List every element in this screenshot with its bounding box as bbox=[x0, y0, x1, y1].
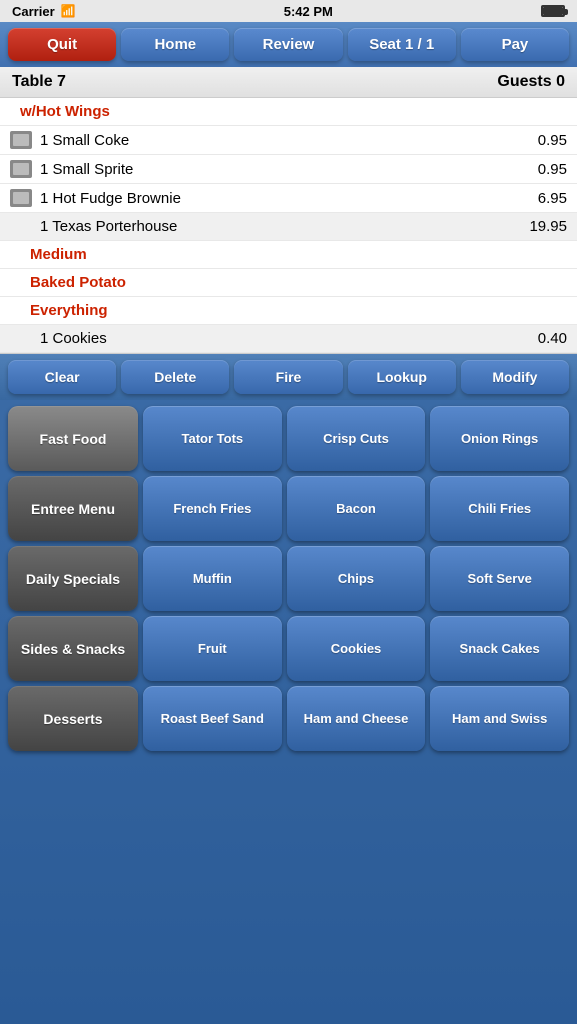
modifier-text-medium: Medium bbox=[30, 246, 87, 263]
category-fast-food[interactable]: Fast Food bbox=[8, 406, 138, 471]
menu-item-snack-cakes[interactable]: Snack Cakes bbox=[430, 616, 569, 681]
menu-item-cookies[interactable]: Cookies bbox=[287, 616, 426, 681]
guests-label: Guests 0 bbox=[497, 73, 565, 91]
order-list: w/Hot Wings 1 Small Coke 0.95 1 Small Sp… bbox=[0, 98, 577, 354]
lookup-button[interactable]: Lookup bbox=[348, 360, 456, 394]
printer-icon-coke bbox=[10, 131, 32, 149]
battery-fill bbox=[543, 7, 563, 15]
category-sides-snacks[interactable]: Sides & Snacks bbox=[8, 616, 138, 681]
order-item-brownie[interactable]: 1 Hot Fudge Brownie 6.95 bbox=[0, 184, 577, 213]
menu-item-chili-fries[interactable]: Chili Fries bbox=[430, 476, 569, 541]
menu-item-onion-rings[interactable]: Onion Rings bbox=[430, 406, 569, 471]
item-name-brownie: 1 Hot Fudge Brownie bbox=[40, 190, 538, 207]
menu-item-chips[interactable]: Chips bbox=[287, 546, 426, 611]
item-price-cookies: 0.40 bbox=[538, 330, 567, 347]
category-daily-specials[interactable]: Daily Specials bbox=[8, 546, 138, 611]
table-label: Table 7 bbox=[12, 73, 66, 91]
status-bar: Carrier 📶 5:42 PM bbox=[0, 0, 577, 22]
order-item-cookies[interactable]: 1 Cookies 0.40 bbox=[0, 325, 577, 353]
top-nav: Quit Home Review Seat 1 / 1 Pay bbox=[0, 22, 577, 67]
menu-item-muffin[interactable]: Muffin bbox=[143, 546, 282, 611]
menu-item-bacon[interactable]: Bacon bbox=[287, 476, 426, 541]
status-left: Carrier 📶 bbox=[12, 4, 76, 19]
category-entree-menu[interactable]: Entree Menu bbox=[8, 476, 138, 541]
item-price-coke: 0.95 bbox=[538, 132, 567, 149]
wifi-icon: 📶 bbox=[61, 4, 76, 18]
item-price-sprite: 0.95 bbox=[538, 161, 567, 178]
menu-item-french-fries[interactable]: French Fries bbox=[143, 476, 282, 541]
menu-item-ham-and-swiss[interactable]: Ham and Swiss bbox=[430, 686, 569, 751]
carrier-label: Carrier bbox=[12, 4, 55, 19]
order-modifier-everything: Everything bbox=[0, 297, 577, 325]
delete-button[interactable]: Delete bbox=[121, 360, 229, 394]
order-item-sprite[interactable]: 1 Small Sprite 0.95 bbox=[0, 155, 577, 184]
order-modifier-medium: Medium bbox=[0, 241, 577, 269]
clear-button[interactable]: Clear bbox=[8, 360, 116, 394]
quit-button[interactable]: Quit bbox=[8, 28, 116, 61]
menu-item-fruit[interactable]: Fruit bbox=[143, 616, 282, 681]
fire-button[interactable]: Fire bbox=[234, 360, 342, 394]
printer-icon-sprite bbox=[10, 160, 32, 178]
modifier-text-baked-potato: Baked Potato bbox=[30, 274, 126, 291]
menu-item-roast-beef-sand[interactable]: Roast Beef Sand bbox=[143, 686, 282, 751]
order-modifier-baked-potato: Baked Potato bbox=[0, 269, 577, 297]
menu-item-ham-and-cheese[interactable]: Ham and Cheese bbox=[287, 686, 426, 751]
menu-item-tator-tots[interactable]: Tator Tots bbox=[143, 406, 282, 471]
pay-button[interactable]: Pay bbox=[461, 28, 569, 61]
printer-icon-brownie bbox=[10, 189, 32, 207]
action-bar: Clear Delete Fire Lookup Modify bbox=[0, 354, 577, 400]
table-bar: Table 7 Guests 0 bbox=[0, 67, 577, 98]
item-price-porterhouse: 19.95 bbox=[529, 218, 567, 235]
item-name-cookies: 1 Cookies bbox=[10, 330, 538, 347]
order-item-porterhouse[interactable]: 1 Texas Porterhouse 19.95 bbox=[0, 213, 577, 241]
item-price-brownie: 6.95 bbox=[538, 190, 567, 207]
menu-grid: Fast Food Tator Tots Crisp Cuts Onion Ri… bbox=[0, 400, 577, 757]
menu-item-soft-serve[interactable]: Soft Serve bbox=[430, 546, 569, 611]
time-label: 5:42 PM bbox=[284, 4, 333, 19]
category-desserts[interactable]: Desserts bbox=[8, 686, 138, 751]
order-item-coke[interactable]: 1 Small Coke 0.95 bbox=[0, 126, 577, 155]
order-modifier-hot-wings: w/Hot Wings bbox=[0, 98, 577, 126]
battery-icon bbox=[541, 5, 565, 17]
item-name-sprite: 1 Small Sprite bbox=[40, 161, 538, 178]
seat-button[interactable]: Seat 1 / 1 bbox=[348, 28, 456, 61]
modifier-text-everything: Everything bbox=[30, 302, 108, 319]
modifier-text: w/Hot Wings bbox=[20, 103, 110, 120]
home-button[interactable]: Home bbox=[121, 28, 229, 61]
menu-item-crisp-cuts[interactable]: Crisp Cuts bbox=[287, 406, 426, 471]
status-right bbox=[541, 5, 565, 17]
modify-button[interactable]: Modify bbox=[461, 360, 569, 394]
item-name-porterhouse: 1 Texas Porterhouse bbox=[10, 218, 529, 235]
item-name-coke: 1 Small Coke bbox=[40, 132, 538, 149]
review-button[interactable]: Review bbox=[234, 28, 342, 61]
